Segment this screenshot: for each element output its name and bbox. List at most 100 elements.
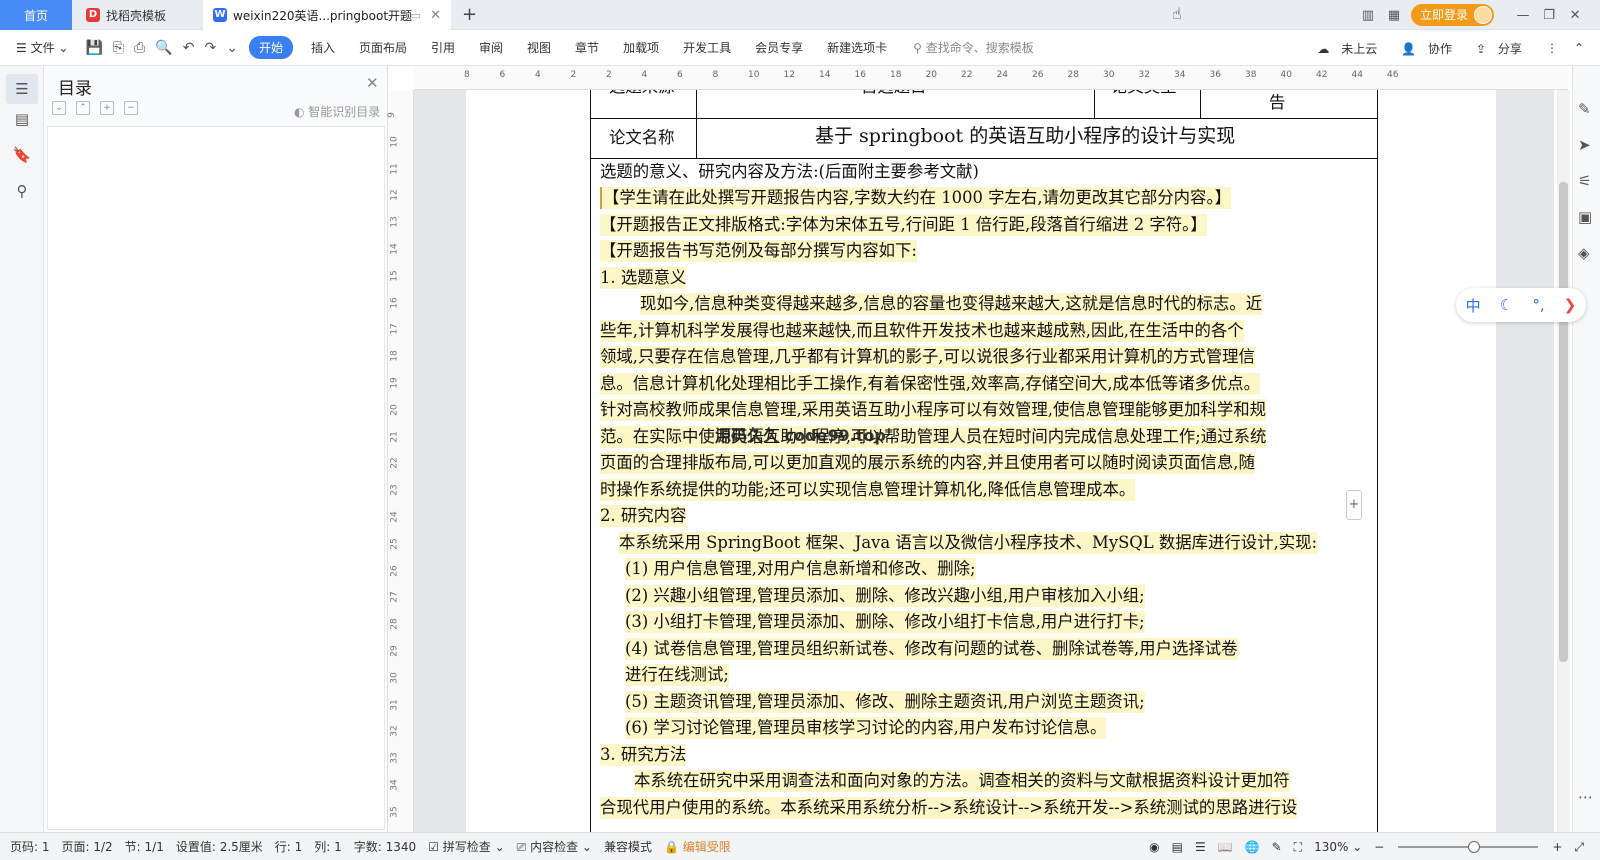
cloud-status[interactable]: ☁ 未上云 — [1309, 40, 1393, 57]
tab-insert[interactable]: 插入 — [299, 39, 347, 56]
toc-close-icon[interactable]: ✕ — [366, 74, 379, 92]
find-icon[interactable]: ⚲ — [12, 182, 32, 200]
zoom-level[interactable]: 130% ⌄ — [1308, 840, 1368, 854]
adjust-icon[interactable]: ⚟ — [1578, 172, 1591, 190]
status-section[interactable]: 节: 1/1 — [119, 838, 170, 855]
tab-float-icon[interactable]: ▭ — [411, 9, 421, 22]
zoom-slider-knob[interactable] — [1468, 841, 1481, 853]
undo-icon[interactable]: ↶ — [178, 40, 200, 56]
collapse-ribbon-icon[interactable]: ⌃ — [1566, 41, 1592, 55]
remove-heading-icon[interactable]: − — [124, 101, 138, 115]
document-page[interactable]: 选题来源 自选题目 论文类型 告 论文名称 基于 springboot 的英语互… — [466, 90, 1496, 832]
ruler-tick-label: 15 — [389, 270, 400, 282]
zoom-in-icon[interactable]: + — [1546, 840, 1568, 854]
pen-icon[interactable]: ✎ — [1578, 100, 1591, 118]
punctuation-icon[interactable]: °, — [1532, 296, 1544, 314]
ime-language[interactable]: 中 — [1466, 295, 1481, 316]
horizontal-ruler[interactable]: 8 6 4 2 2 4 6 8 10 12 14 16 18 20 22 24 26 28 30 32 34 36 38 40… — [414, 66, 1568, 90]
status-page-code[interactable]: 页码: 1 — [0, 838, 56, 855]
ruler-tick-label: 12 — [389, 189, 400, 202]
collab-button[interactable]: 👤 协作 — [1393, 40, 1468, 57]
tab-document[interactable]: Wweixin220英语...pringboot开题 ▭ ✕ — [203, 0, 451, 30]
restore-icon[interactable]: ❐ — [1536, 8, 1562, 23]
navigation-icon[interactable]: ▤ — [12, 110, 32, 128]
moon-icon[interactable]: ☾ — [1500, 296, 1513, 314]
tab-references[interactable]: 引用 — [419, 39, 467, 56]
tab-page-layout[interactable]: 页面布局 — [347, 39, 419, 56]
page-view-icon[interactable]: ▤ — [1166, 840, 1189, 854]
ime-toolbar[interactable]: 中 ☾ °, ❯ — [1456, 288, 1586, 322]
ruler-tick-label: 22 — [389, 457, 400, 470]
fullscreen-icon[interactable]: ⤢ — [1568, 840, 1590, 855]
add-column-button[interactable]: + — [1346, 490, 1362, 520]
command-search[interactable]: ⚲ 查找命令、搜索模板 — [913, 39, 1034, 56]
status-pages[interactable]: 页面: 1/2 — [56, 838, 119, 855]
fit-icon[interactable]: ⛶ — [1288, 840, 1308, 855]
expand-all-icon[interactable]: ⌄ — [52, 101, 66, 115]
minimize-icon[interactable]: — — [1510, 8, 1536, 23]
ruler-tick-label: 31 — [389, 698, 400, 711]
add-heading-icon[interactable]: + — [100, 101, 114, 115]
collapse-all-icon[interactable]: ⌃ — [76, 101, 90, 115]
apps-grid-icon[interactable]: ▦ — [1381, 8, 1407, 23]
tab-new-tab[interactable]: 新建选项卡 — [815, 39, 899, 56]
zoom-out-icon[interactable]: − — [1368, 840, 1390, 854]
print-preview-icon[interactable]: 🔍 — [150, 40, 177, 56]
file-menu[interactable]: ☰ 文件 ⌄ — [0, 39, 80, 56]
more-dropdown-icon[interactable]: ⌄ — [221, 40, 243, 56]
tab-start[interactable]: 开始 — [248, 36, 293, 59]
save-icon[interactable]: 💾 — [80, 40, 107, 56]
tab-addins[interactable]: 加载项 — [611, 39, 671, 56]
vertical-scrollbar[interactable] — [1557, 90, 1570, 832]
write-view-icon[interactable]: ✎ — [1266, 840, 1288, 854]
smart-toc-label: 智能识别目录 — [308, 105, 381, 119]
new-tab-icon[interactable]: + — [462, 4, 477, 25]
edit-restricted[interactable]: 🔒 编辑受限 — [658, 838, 737, 855]
close-window-icon[interactable]: ✕ — [1562, 8, 1588, 23]
web-view-icon[interactable]: 🌐 — [1239, 840, 1266, 854]
tab-member[interactable]: 会员专享 — [743, 39, 815, 56]
tab-view[interactable]: 视图 — [515, 39, 563, 56]
tab-template[interactable]: D 找稻壳模板 — [74, 0, 200, 30]
menu-right-group: ☁ 未上云 👤 协作 ⇪ 分享 ⋮ ⌃ — [1309, 30, 1592, 66]
status-col[interactable]: 列: 1 — [308, 838, 348, 855]
eye-protect-icon[interactable]: ◉ — [1143, 840, 1165, 854]
export-pdf-icon[interactable]: ⎘ — [108, 40, 129, 56]
subheading-content: 2. 研究内容 — [600, 505, 687, 527]
outline-view-icon[interactable]: ☰ — [1189, 840, 1212, 854]
ruler-tick-label: 32 — [1138, 70, 1150, 80]
tab-chapter[interactable]: 章节 — [563, 39, 611, 56]
smart-toc-button[interactable]: ◐ 智能识别目录 — [294, 103, 380, 120]
bookmark-icon[interactable]: 🔖 — [12, 146, 32, 164]
ruler-tick-label: 22 — [961, 70, 973, 80]
spell-check-toggle[interactable]: ☑ 拼写检查 ⌄ — [422, 838, 510, 855]
tab-close-icon[interactable]: ✕ — [430, 8, 441, 23]
tab-home[interactable]: 首页 — [0, 0, 72, 30]
read-view-icon[interactable]: 📖 — [1212, 840, 1239, 854]
more-dots-icon[interactable]: ⋯ — [1578, 788, 1593, 806]
tab-review[interactable]: 审阅 — [467, 39, 515, 56]
more-icon[interactable]: ⋮ — [1538, 41, 1566, 55]
location-icon[interactable]: ◈ — [1578, 244, 1590, 262]
ruler-tick-label: 16 — [389, 296, 400, 309]
share-button[interactable]: ⇪ 分享 — [1468, 40, 1538, 57]
document-canvas[interactable]: 选题来源 自选题目 论文类型 告 论文名称 基于 springboot 的英语互… — [414, 90, 1554, 832]
tab-developer[interactable]: 开发工具 — [671, 39, 743, 56]
zoom-slider[interactable] — [1398, 841, 1539, 853]
outline-icon[interactable]: ☰ — [6, 74, 38, 104]
chevron-right-icon[interactable]: ❯ — [1564, 296, 1577, 314]
scroll-thumb[interactable] — [1559, 182, 1568, 662]
content-check-toggle[interactable]: ⎚ 内容检查 ⌄ — [511, 838, 598, 855]
status-row[interactable]: 行: 1 — [269, 838, 309, 855]
redo-icon[interactable]: ↷ — [199, 40, 221, 56]
layout-icon[interactable]: ▥ — [1355, 8, 1381, 23]
status-setting[interactable]: 设置值: 2.5厘米 — [170, 838, 269, 855]
status-words[interactable]: 字数: 1340 — [348, 838, 422, 855]
image-tool-icon[interactable]: ▣ — [1578, 208, 1592, 226]
toc-list[interactable] — [47, 126, 385, 830]
select-icon[interactable]: ➤ — [1578, 136, 1591, 154]
status-right: ◉ ▤ ☰ 📖 🌐 ✎ ⛶ 130% ⌄ − + ⤢ — [1143, 833, 1590, 860]
login-button[interactable]: 立即登录 — [1411, 4, 1495, 26]
print-icon[interactable]: ⎙ — [129, 40, 150, 56]
vertical-ruler[interactable]: 9 10 11 12 13 14 15 16 17 18 19 20 21 22 23 24 25 26 27 28 2… — [387, 90, 414, 832]
